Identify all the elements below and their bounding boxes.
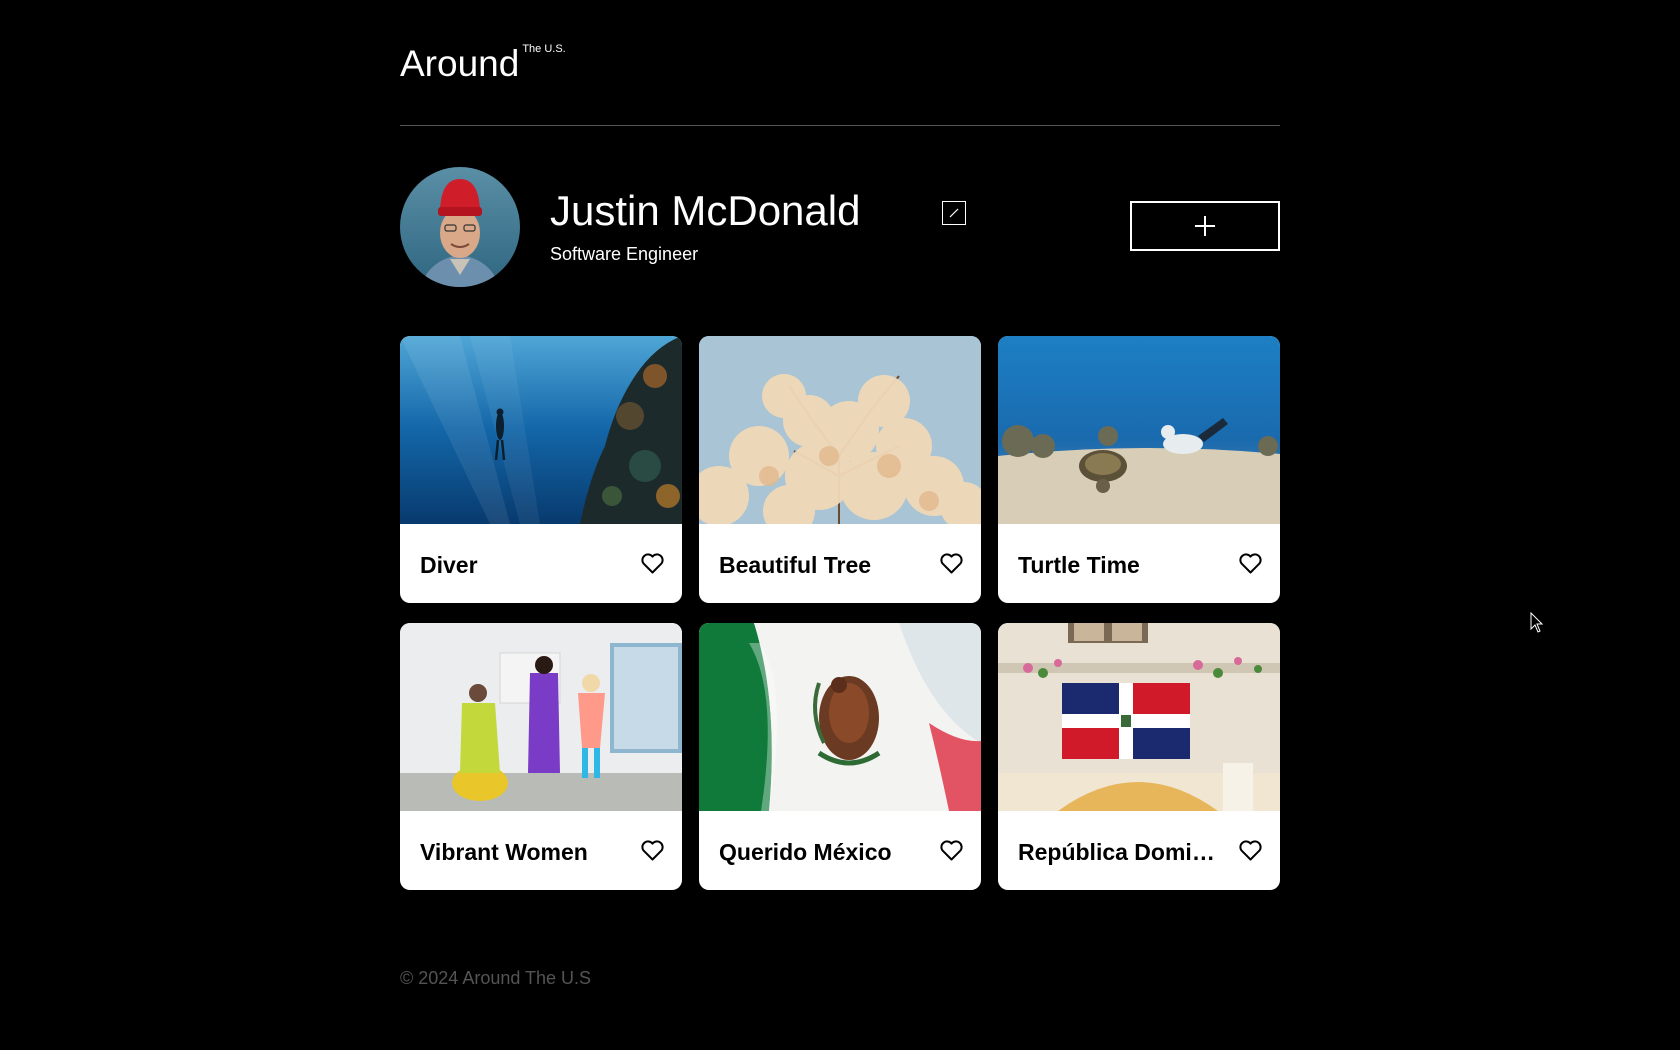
edit-profile-button[interactable] bbox=[942, 201, 966, 225]
card: Vibrant Women bbox=[400, 623, 682, 890]
profile-name: Justin McDonald bbox=[550, 187, 861, 234]
card-image[interactable] bbox=[699, 623, 981, 811]
card-title: Querido México bbox=[719, 839, 892, 865]
card-footer: Diver bbox=[400, 524, 682, 603]
card: Beautiful Tree bbox=[699, 336, 981, 603]
card-footer: Vibrant Women bbox=[400, 811, 682, 890]
heart-icon bbox=[940, 553, 963, 574]
like-button[interactable] bbox=[641, 553, 664, 574]
card-title: Beautiful Tree bbox=[719, 552, 872, 578]
card-footer: Querido México bbox=[699, 811, 981, 890]
heart-icon bbox=[940, 840, 963, 861]
heart-icon bbox=[641, 553, 664, 574]
header: Around The U.S. bbox=[400, 0, 1280, 126]
gallery: Diver Beautiful Tree Turtle Time Vibrant… bbox=[400, 336, 1280, 890]
card-footer: República Dominicana bbox=[998, 811, 1280, 890]
card-title: Turtle Time bbox=[1018, 552, 1140, 578]
page: Around The U.S. Justin McDonald Software… bbox=[400, 0, 1280, 989]
profile-job: Software Engineer bbox=[550, 244, 699, 264]
card-title: Diver bbox=[420, 552, 478, 578]
card: Querido México bbox=[699, 623, 981, 890]
heart-icon bbox=[1239, 840, 1262, 861]
logo: Around The U.S. bbox=[400, 44, 566, 84]
card-image[interactable] bbox=[998, 336, 1280, 524]
card-title: Vibrant Women bbox=[420, 839, 588, 865]
card-title: República Dominicana bbox=[1018, 839, 1228, 865]
card-image[interactable] bbox=[998, 623, 1280, 811]
logo-main: Around bbox=[400, 43, 520, 84]
pencil-icon bbox=[949, 208, 959, 218]
card-image[interactable] bbox=[400, 336, 682, 524]
card-footer: Beautiful Tree bbox=[699, 524, 981, 603]
like-button[interactable] bbox=[940, 553, 963, 574]
footer-copyright: © 2024 Around The U.S bbox=[400, 968, 592, 988]
card-image[interactable] bbox=[400, 623, 682, 811]
avatar bbox=[400, 167, 520, 287]
card: Diver bbox=[400, 336, 682, 603]
like-button[interactable] bbox=[940, 840, 963, 861]
profile: Justin McDonald Software Engineer bbox=[400, 126, 1280, 336]
card: Turtle Time bbox=[998, 336, 1280, 603]
footer: © 2024 Around The U.S bbox=[400, 967, 1280, 989]
card: República Dominicana bbox=[998, 623, 1280, 890]
card-footer: Turtle Time bbox=[998, 524, 1280, 603]
logo-superscript: The U.S. bbox=[522, 43, 566, 55]
mouse-cursor-icon bbox=[1530, 612, 1544, 633]
heart-icon bbox=[1239, 553, 1262, 574]
heart-icon bbox=[641, 840, 664, 861]
plus-icon bbox=[1195, 216, 1215, 236]
card-image[interactable] bbox=[699, 336, 981, 524]
like-button[interactable] bbox=[641, 840, 664, 861]
add-card-button[interactable] bbox=[1130, 201, 1280, 251]
like-button[interactable] bbox=[1239, 840, 1262, 861]
like-button[interactable] bbox=[1239, 553, 1262, 574]
